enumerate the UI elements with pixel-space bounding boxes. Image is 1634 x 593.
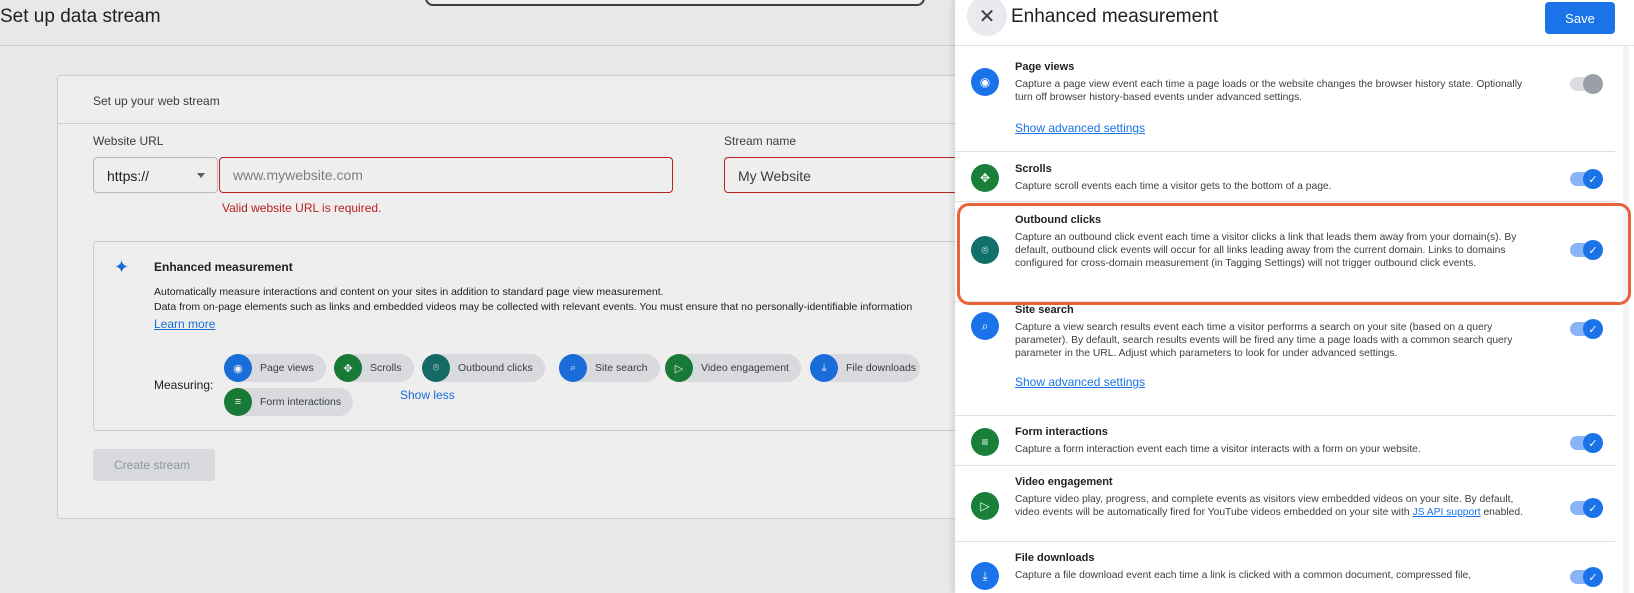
enhanced-measurement-panel: ✕ Enhanced measurement Save ◉ Page views… bbox=[955, 0, 1634, 593]
setting-title: Site search bbox=[1015, 304, 1074, 316]
check-icon: ✓ bbox=[1583, 433, 1603, 453]
toggle-knob bbox=[1583, 74, 1603, 94]
setting-row-video-engagement: ▷ Video engagement Capture video play, p… bbox=[955, 466, 1615, 542]
close-button[interactable]: ✕ bbox=[967, 0, 1007, 36]
search-icon: ⌕ bbox=[971, 312, 999, 340]
check-icon: ✓ bbox=[1583, 498, 1603, 518]
setting-title: Scrolls bbox=[1015, 163, 1052, 175]
mouse-icon: ⌾ bbox=[971, 236, 999, 264]
setting-row-page-views: ◉ Page views Capture a page view event e… bbox=[955, 46, 1615, 152]
download-icon: ⤓ bbox=[971, 562, 999, 590]
setting-row-form-interactions: ≡ Form interactions Capture a form inter… bbox=[955, 416, 1615, 466]
setting-title: File downloads bbox=[1015, 552, 1095, 564]
panel-scrollbar[interactable] bbox=[1623, 46, 1629, 593]
form-icon: ≡ bbox=[971, 428, 999, 456]
scrolls-toggle[interactable]: ✓ bbox=[1570, 169, 1603, 189]
setting-title: Outbound clicks bbox=[1015, 214, 1102, 226]
panel-title: Enhanced measurement bbox=[1011, 6, 1219, 27]
setting-description: Capture a form interaction event each ti… bbox=[1015, 444, 1421, 455]
measurement-settings-list: ◉ Page views Capture a page view event e… bbox=[955, 46, 1615, 593]
check-icon: ✓ bbox=[1583, 567, 1603, 587]
eye-icon: ◉ bbox=[971, 68, 999, 96]
setting-description: Capture scroll events each time a visito… bbox=[1015, 181, 1332, 192]
check-icon: ✓ bbox=[1583, 319, 1603, 339]
panel-header: ✕ Enhanced measurement Save bbox=[955, 0, 1634, 46]
modal-scrim[interactable] bbox=[0, 0, 955, 593]
outbound-clicks-toggle[interactable]: ✓ bbox=[1570, 240, 1603, 260]
setting-row-scrolls: ✥ Scrolls Capture scroll events each tim… bbox=[955, 152, 1615, 202]
check-icon: ✓ bbox=[1583, 240, 1603, 260]
js-api-support-link[interactable]: JS API support bbox=[1412, 507, 1480, 518]
show-advanced-settings-link[interactable]: Show advanced settings bbox=[1015, 375, 1145, 389]
play-icon: ▷ bbox=[971, 492, 999, 520]
save-button[interactable]: Save bbox=[1545, 2, 1615, 34]
setting-description: Capture a file download event each time … bbox=[1015, 570, 1472, 581]
setting-row-site-search: ⌕ Site search Capture a view search resu… bbox=[955, 302, 1615, 416]
form-interactions-toggle[interactable]: ✓ bbox=[1570, 433, 1603, 453]
file-downloads-toggle[interactable]: ✓ bbox=[1570, 567, 1603, 587]
setting-description: Capture an outbound click event each tim… bbox=[1015, 232, 1517, 269]
close-icon: ✕ bbox=[978, 5, 996, 28]
setting-title: Form interactions bbox=[1015, 426, 1108, 438]
setting-title: Page views bbox=[1015, 61, 1075, 73]
setting-row-file-downloads: ⤓ File downloads Capture a file download… bbox=[955, 542, 1615, 593]
site-search-toggle[interactable]: ✓ bbox=[1570, 319, 1603, 339]
setting-description: Capture a page view event each time a pa… bbox=[1015, 79, 1523, 103]
setting-row-outbound-clicks: ⌾ Outbound clicks Capture an outbound cl… bbox=[955, 202, 1615, 302]
setting-title: Video engagement bbox=[1015, 476, 1113, 488]
page-views-toggle[interactable] bbox=[1570, 74, 1603, 94]
setting-description: Capture video play, progress, and comple… bbox=[1015, 493, 1525, 519]
scroll-icon: ✥ bbox=[971, 164, 999, 192]
description-text: enabled. bbox=[1483, 507, 1523, 518]
setting-description: Capture a view search results event each… bbox=[1015, 322, 1513, 359]
video-engagement-toggle[interactable]: ✓ bbox=[1570, 498, 1603, 518]
check-icon: ✓ bbox=[1583, 169, 1603, 189]
show-advanced-settings-link[interactable]: Show advanced settings bbox=[1015, 121, 1145, 135]
